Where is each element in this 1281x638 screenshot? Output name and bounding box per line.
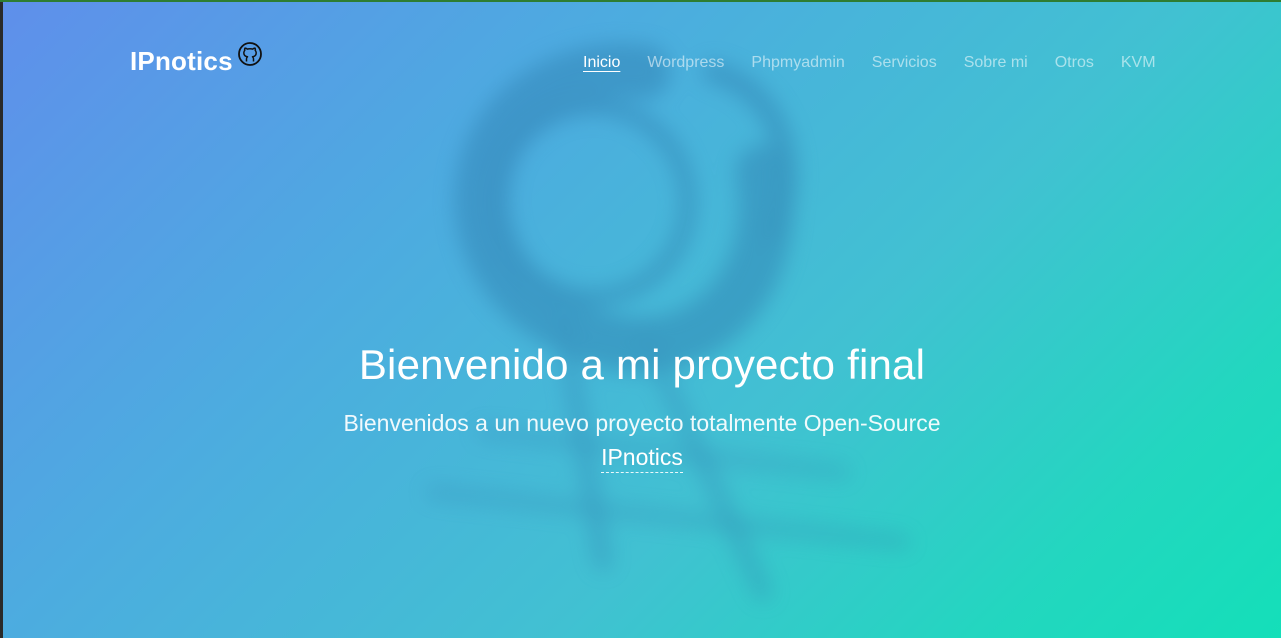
site-header: IPnotics Inicio Wordpress Phpmyadmin Ser… — [3, 2, 1281, 122]
brand-logo-link[interactable]: IPnotics — [130, 46, 233, 77]
nav-item-sobre-mi[interactable]: Sobre mi — [964, 53, 1028, 73]
hero-ipnotics-link[interactable]: IPnotics — [601, 442, 683, 473]
nav-item-inicio[interactable]: Inicio — [583, 53, 620, 73]
page: IPnotics Inicio Wordpress Phpmyadmin Ser… — [3, 2, 1281, 638]
nav-item-servicios[interactable]: Servicios — [872, 53, 937, 73]
nav-item-phpmyadmin[interactable]: Phpmyadmin — [751, 53, 844, 73]
nav-item-wordpress[interactable]: Wordpress — [647, 53, 724, 73]
hero-content: Bienvenido a mi proyecto final Bienvenid… — [3, 335, 1281, 474]
hero-subtitle: Bienvenidos a un nuevo proyecto totalmen… — [292, 406, 992, 474]
github-icon[interactable] — [237, 41, 263, 67]
nav-item-kvm[interactable]: KVM — [1121, 53, 1156, 73]
hero-title: Bienvenido a mi proyecto final — [358, 341, 926, 388]
main-nav: Inicio Wordpress Phpmyadmin Servicios So… — [583, 53, 1183, 73]
nav-item-otros[interactable]: Otros — [1055, 53, 1094, 73]
hero-subtitle-text: Bienvenidos a un nuevo proyecto totalmen… — [343, 410, 941, 436]
